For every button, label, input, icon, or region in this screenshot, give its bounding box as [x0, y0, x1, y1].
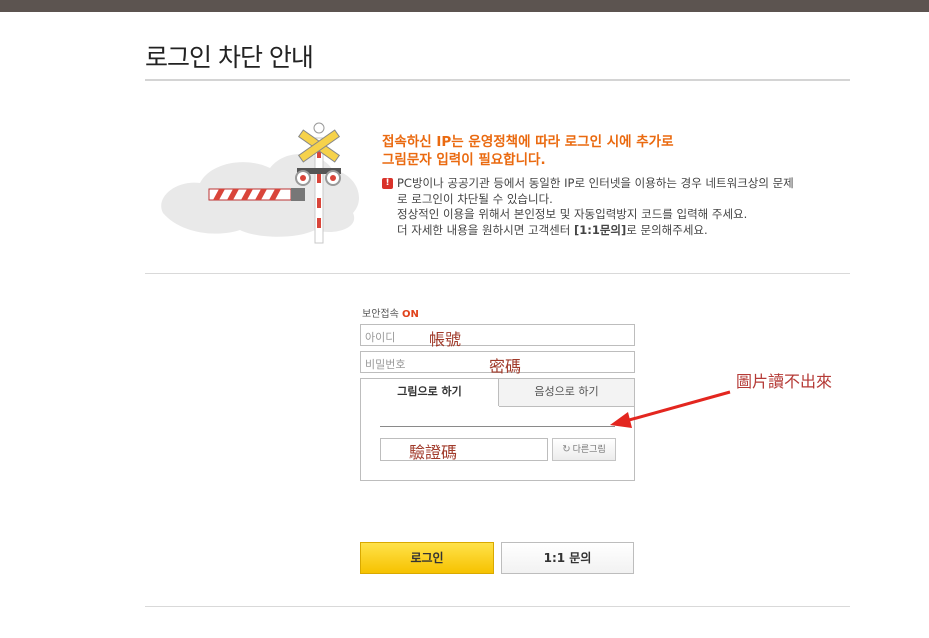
inquiry-link[interactable]: [1:1문의]	[574, 223, 626, 237]
captcha-handwritten-annotation: 驗證碼	[409, 443, 458, 462]
password-placeholder: 비밀번호	[365, 358, 406, 371]
secure-connection-label[interactable]: 보안접속 ON	[362, 305, 419, 320]
password-input[interactable]: 비밀번호 密碼	[360, 351, 635, 376]
top-bar	[0, 0, 929, 12]
tab-image-captcha[interactable]: 그림으로 하기	[361, 379, 499, 406]
railroad-crossing-illustration	[161, 122, 360, 244]
page-title: 로그인 차단 안내	[145, 43, 314, 72]
section-divider	[145, 273, 850, 274]
block-notice: 접속하신 IP는 운영정책에 따라 로그인 시에 추가로 그림문자 입력이 필요…	[382, 133, 852, 238]
refresh-captcha-button[interactable]: ↻ 다른그림	[552, 438, 616, 461]
notice-body: ! PC방이나 공공기관 등에서 동일한 IP로 인터넷을 이용하는 경우 네트…	[382, 176, 852, 238]
exclamation-icon: !	[382, 178, 393, 189]
inquiry-button[interactable]: 1:1 문의	[501, 542, 634, 574]
login-button[interactable]: 로그인	[360, 542, 494, 574]
annotation-arrow	[610, 390, 731, 428]
password-handwritten-annotation: 密碼	[489, 357, 522, 376]
handwritten-annotation: 圖片讀不出來	[736, 372, 833, 391]
id-handwritten-annotation: 帳號	[429, 330, 462, 349]
notice-headline: 접속하신 IP는 운영정책에 따라 로그인 시에 추가로 그림문자 입력이 필요…	[382, 134, 674, 168]
id-input[interactable]: 아이디 帳號	[360, 324, 635, 349]
title-divider	[145, 79, 850, 81]
id-placeholder: 아이디	[365, 331, 396, 344]
footer-divider	[145, 606, 850, 607]
secure-status-badge: ON	[402, 309, 419, 320]
refresh-icon: ↻	[562, 444, 571, 455]
captcha-input[interactable]: 驗證碼	[380, 438, 548, 462]
captcha-image-placeholder	[380, 426, 615, 427]
captcha-panel: 그림으로 하기 음성으로 하기 驗證碼 ↻ 다른그림	[360, 378, 635, 481]
